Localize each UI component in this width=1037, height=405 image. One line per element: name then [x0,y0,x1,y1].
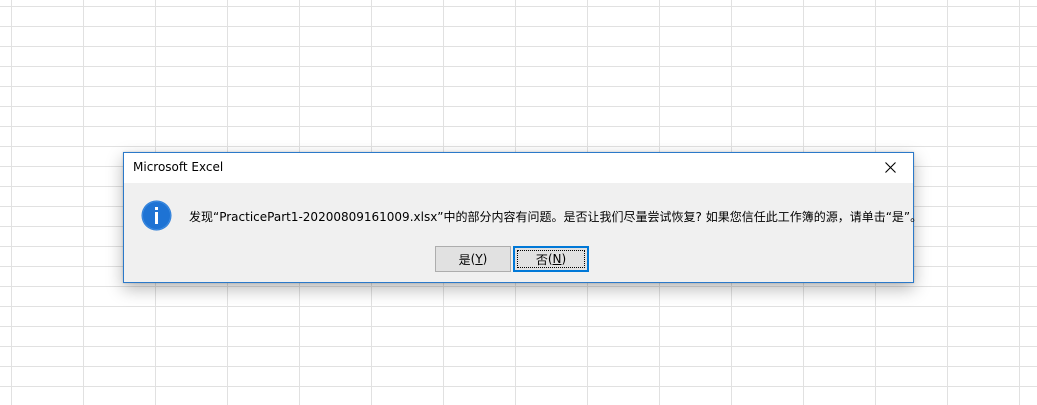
yes-button-label: 是 [458,252,471,267]
close-icon [885,162,896,173]
close-button[interactable] [868,153,913,182]
yes-button[interactable]: 是(Y) [435,246,511,272]
info-icon [141,200,172,231]
dialog-content: 发现“PracticePart1-20200809161009.xlsx”中的部… [124,183,922,282]
no-button-shortcut: N [552,252,562,266]
yes-button-shortcut: Y [475,252,483,266]
dialog-message: 发现“PracticePart1-20200809161009.xlsx”中的部… [189,210,923,224]
no-button[interactable]: 否(N) [513,246,589,272]
message-dialog: Microsoft Excel 发现“PracticePart1-2020080… [123,152,922,283]
dialog-title: Microsoft Excel [133,160,224,174]
dialog-titlebar[interactable]: Microsoft Excel [124,153,913,183]
yes-button-paren-close: ) [482,252,488,266]
no-button-label: 否 [535,252,548,267]
no-button-paren-close: ) [561,252,567,266]
